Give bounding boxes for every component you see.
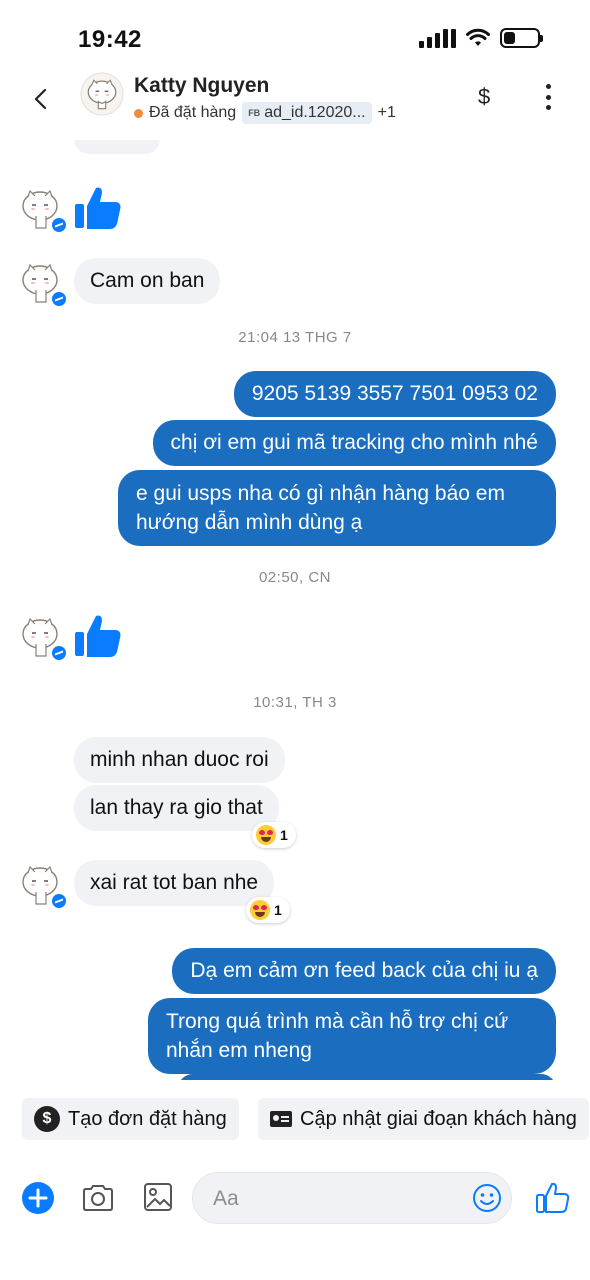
update-stage-button[interactable]: Cập nhật giai đoạn khách hàng [258,1098,589,1140]
message-reaction[interactable]: 1 [252,822,296,848]
messenger-icon [50,892,68,910]
ad-id-tag[interactable]: FB ad_id.12020... [242,102,372,124]
sender-avatar [18,184,68,234]
status-time: 19:42 [78,26,142,53]
emoji-icon[interactable] [471,1182,503,1214]
outgoing-message-partial [178,1074,556,1080]
message-list[interactable]: Cam on ban 21:04 13 THG 7 9205 5139 3557… [0,140,590,1080]
create-order-button[interactable]: $ Tạo đơn đặt hàng [22,1098,239,1140]
update-stage-label: Cập nhật giai đoạn khách hàng [300,1107,577,1130]
timestamp: 02:50, CN [258,569,332,586]
chevron-left-icon [34,88,47,110]
camera-icon[interactable] [80,1180,116,1216]
sender-avatar [18,140,66,158]
dollar-icon: $ [478,84,491,109]
add-button[interactable] [22,1182,54,1214]
contact-subtitle: Đã đặt hàng FB ad_id.12020... +1 [134,102,396,124]
heart-eyes-emoji-icon [250,900,270,920]
fb-badge-icon: FB [248,108,261,118]
incoming-message[interactable]: minh nhan duoc roi [74,737,285,783]
message-input[interactable] [213,1187,443,1211]
signal-icon [419,28,456,48]
outgoing-message[interactable]: Dạ em cảm ơn feed back của chị iu ạ [172,948,556,994]
messenger-icon [50,644,68,662]
messenger-icon [50,216,68,234]
outgoing-message[interactable]: chị ơi em gui mã tracking cho mình nhé [152,420,556,466]
incoming-message[interactable]: Cam on ban [74,258,221,304]
sender-avatar [18,612,68,662]
message-input-box[interactable] [192,1172,512,1224]
incoming-message[interactable]: lan thay ra gio that [74,785,279,831]
reaction-count: 1 [274,902,282,918]
contact-card-icon [270,1111,292,1127]
status-icons [419,28,543,48]
ad-id-label: ad_id.12020... [264,104,366,121]
extra-tags-count[interactable]: +1 [378,104,396,122]
message-bubble-partial [74,140,160,154]
battery-icon [500,28,543,48]
gallery-icon[interactable] [142,1180,174,1214]
thumbs-up-icon[interactable] [72,182,124,234]
back-button[interactable] [26,84,56,114]
payment-button[interactable]: $ [478,84,490,110]
sender-avatar [18,860,68,910]
order-status-dot-icon [134,108,143,118]
heart-eyes-emoji-icon [256,825,276,845]
more-options-button[interactable] [540,84,556,110]
outgoing-message[interactable]: Trong quá trình mà cần hỗ trợ chị cứ nhắ… [148,998,556,1074]
outgoing-message[interactable]: e gui usps nha có gì nhận hàng báo em hư… [118,470,556,546]
dollar-circle-icon: $ [34,1106,60,1132]
plus-icon [28,1188,48,1208]
order-status-label[interactable]: Đã đặt hàng [149,104,236,122]
message-composer [0,1168,590,1228]
create-order-label: Tạo đơn đặt hàng [68,1107,227,1130]
messenger-icon [50,290,68,308]
thumbs-up-send-icon[interactable] [534,1180,570,1216]
timestamp: 10:31, TH 3 [253,694,337,711]
quick-actions-bar[interactable]: $ Tạo đơn đặt hàng Cập nhật giai đoạn kh… [0,1094,590,1144]
incoming-message[interactable]: xai rat tot ban nhe [74,860,275,906]
battery-level [504,32,516,44]
chat-header: Katty Nguyen Đã đặt hàng FB ad_id.12020.… [0,70,590,130]
status-bar: 19:42 [0,0,590,70]
contact-name[interactable]: Katty Nguyen [134,74,269,98]
timestamp: 21:04 13 THG 7 [238,329,352,346]
message-reaction[interactable]: 1 [246,897,290,923]
outgoing-message[interactable]: 9205 5139 3557 7501 0953 02 [233,371,556,417]
wifi-icon [466,28,490,46]
thumbs-up-icon[interactable] [72,610,124,662]
more-dot-icon [545,84,551,89]
sender-avatar [18,258,68,308]
contact-avatar[interactable] [80,72,124,116]
reaction-count: 1 [280,827,288,843]
